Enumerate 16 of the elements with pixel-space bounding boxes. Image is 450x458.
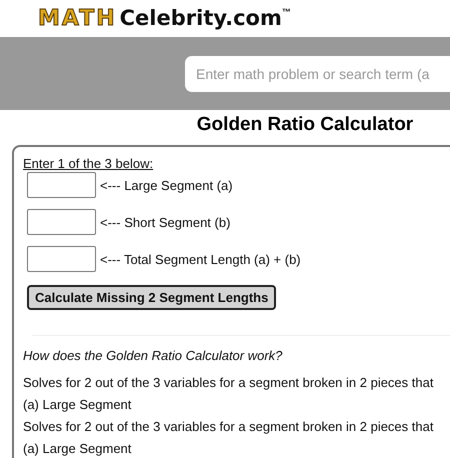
page-title: Golden Ratio Calculator [196, 113, 414, 137]
input-field[interactable] [27, 246, 96, 272]
description-text: (a) Large Segment [23, 440, 132, 458]
input-field[interactable] [27, 209, 96, 235]
site-logo[interactable]: MATH Celebrity.com$^{™}$ [38, 8, 291, 30]
description-text: Solves for 2 out of the 3 variables for a segment broken in 2 pieces that [23, 418, 434, 436]
question-heading: How does the Golden Ratio Calculator work? [23, 348, 284, 363]
field-label: <--- Large Segment (a) [100, 178, 233, 192]
input-field[interactable] [27, 172, 96, 198]
description-text: (a) Large Segment [23, 396, 132, 414]
instruction-text: Enter 1 of the 3 below: [23, 156, 154, 171]
field-label: <--- Short Segment (b) [100, 214, 230, 230]
description-text: Solves for 2 out of the 3 variables for a segment broken in 2 pieces that [23, 374, 434, 392]
field-label: <--- Total Segment Length (a) + (b) [100, 252, 301, 266]
search-field[interactable]: Enter math problem or search term (a [185, 56, 450, 92]
calculate-button[interactable]: Calculate Missing 2 Segment Lengths [27, 285, 276, 310]
